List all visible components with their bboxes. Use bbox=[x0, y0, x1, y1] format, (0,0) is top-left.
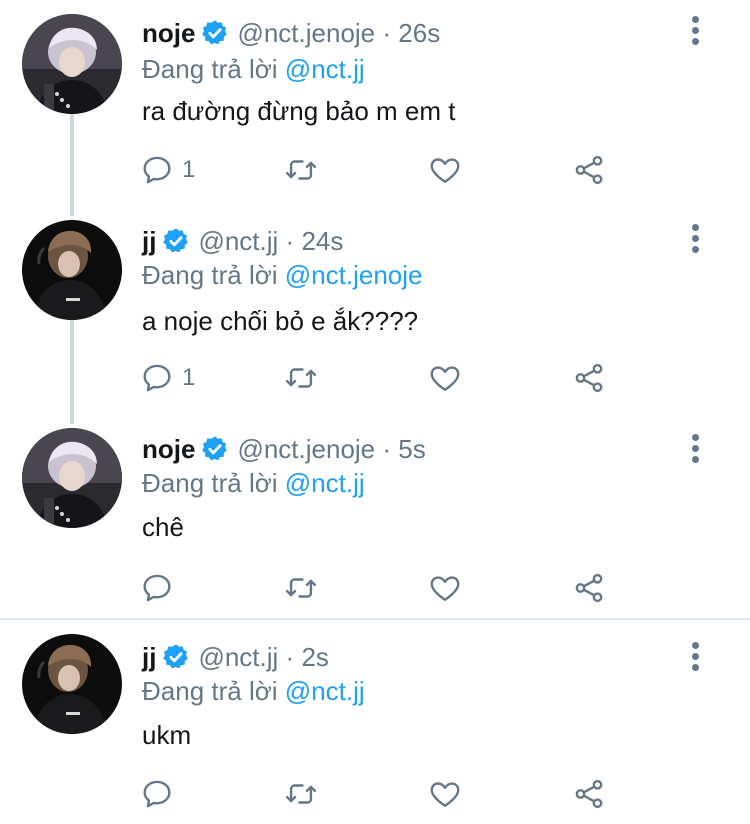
like-button[interactable] bbox=[428, 148, 462, 192]
retweet-icon bbox=[284, 361, 318, 395]
avatar[interactable] bbox=[22, 634, 122, 734]
like-button[interactable] bbox=[428, 772, 462, 816]
action-bar: 1 bbox=[0, 356, 750, 400]
reply-prefix: Đang trả lời bbox=[142, 468, 278, 498]
action-bar bbox=[0, 772, 750, 816]
user-handle[interactable]: @nct.jenoje bbox=[237, 434, 375, 464]
comment-icon bbox=[140, 361, 174, 395]
reply-button[interactable] bbox=[140, 772, 182, 816]
reply-prefix: Đang trả lời bbox=[142, 260, 278, 290]
reply-mention[interactable]: @nct.jenoje bbox=[285, 260, 423, 290]
separator: · bbox=[382, 18, 392, 48]
tweet[interactable]: noje @nct.jenoje · 26s Đang trả lời @nct.… bbox=[0, 0, 750, 208]
timestamp[interactable]: 2s bbox=[301, 642, 328, 672]
reply-mention[interactable]: @nct.jj bbox=[285, 468, 365, 498]
action-bar bbox=[0, 566, 750, 610]
retweet-icon bbox=[284, 571, 318, 605]
verified-badge-icon bbox=[201, 19, 229, 47]
tweet-text: a noje chối bỏ e ắk???? bbox=[142, 306, 419, 336]
reply-mention[interactable]: @nct.jj bbox=[285, 676, 365, 706]
thread-line bbox=[70, 204, 74, 216]
avatar[interactable] bbox=[22, 14, 122, 114]
retweet-icon bbox=[284, 777, 318, 811]
share-icon bbox=[572, 361, 606, 395]
avatar[interactable] bbox=[22, 428, 122, 528]
separator: · bbox=[382, 434, 392, 464]
retweet-button[interactable] bbox=[284, 148, 318, 192]
heart-icon bbox=[428, 361, 462, 395]
comment-icon bbox=[140, 777, 174, 811]
heart-icon bbox=[428, 153, 462, 187]
retweet-icon bbox=[284, 153, 318, 187]
timestamp[interactable]: 5s bbox=[398, 434, 425, 464]
share-icon bbox=[572, 571, 606, 605]
more-vertical-icon[interactable] bbox=[684, 432, 708, 472]
reply-button[interactable]: 1 bbox=[140, 148, 195, 192]
share-button[interactable] bbox=[572, 356, 606, 400]
retweet-button[interactable] bbox=[284, 566, 318, 610]
more-vertical-icon[interactable] bbox=[684, 14, 708, 54]
share-button[interactable] bbox=[572, 772, 606, 816]
display-name[interactable]: noje bbox=[142, 434, 195, 464]
verified-badge-icon bbox=[201, 435, 229, 463]
timestamp[interactable]: 24s bbox=[301, 226, 343, 256]
tweet[interactable]: jj @nct.jj · 24s Đang trả lời @nct.jenoje… bbox=[0, 204, 750, 416]
heart-icon bbox=[428, 571, 462, 605]
display-name[interactable]: jj bbox=[142, 226, 156, 256]
reply-prefix: Đang trả lời bbox=[142, 54, 278, 84]
tweet-header: jj @nct.jj · 2s bbox=[142, 640, 329, 674]
tweet-text: chê bbox=[142, 512, 184, 542]
user-handle[interactable]: @nct.jenoje bbox=[237, 18, 375, 48]
reply-count: 1 bbox=[182, 156, 196, 183]
verified-badge-icon bbox=[162, 227, 190, 255]
heart-icon bbox=[428, 777, 462, 811]
tweet-header: jj @nct.jj · 24s bbox=[142, 224, 343, 258]
tweet[interactable]: noje @nct.jenoje · 5s Đang trả lời @nct.j… bbox=[0, 412, 750, 618]
user-handle[interactable]: @nct.jj bbox=[198, 642, 278, 672]
like-button[interactable] bbox=[428, 566, 462, 610]
reply-context: Đang trả lời @nct.jj bbox=[142, 674, 365, 708]
thread-line bbox=[70, 412, 74, 424]
retweet-button[interactable] bbox=[284, 772, 318, 816]
comment-icon bbox=[140, 153, 174, 187]
separator: · bbox=[285, 226, 295, 256]
user-handle[interactable]: @nct.jj bbox=[198, 226, 278, 256]
reply-prefix: Đang trả lời bbox=[142, 676, 278, 706]
reply-button[interactable] bbox=[140, 566, 182, 610]
verified-badge-icon bbox=[162, 643, 190, 671]
tweet-text: ukm bbox=[142, 720, 192, 750]
share-button[interactable] bbox=[572, 566, 606, 610]
avatar[interactable] bbox=[22, 220, 122, 320]
reply-context: Đang trả lời @nct.jj bbox=[142, 466, 365, 500]
action-bar: 1 bbox=[0, 148, 750, 192]
like-button[interactable] bbox=[428, 356, 462, 400]
comment-icon bbox=[140, 571, 174, 605]
display-name[interactable]: jj bbox=[142, 642, 156, 672]
separator: · bbox=[285, 642, 295, 672]
tweet-header: noje @nct.jenoje · 5s bbox=[142, 432, 426, 466]
tweet-text: ra đường đừng bảo m em t bbox=[142, 96, 456, 126]
reply-button[interactable]: 1 bbox=[140, 356, 195, 400]
timestamp[interactable]: 26s bbox=[398, 18, 440, 48]
tweet-header: noje @nct.jenoje · 26s bbox=[142, 16, 440, 50]
retweet-button[interactable] bbox=[284, 356, 318, 400]
share-icon bbox=[572, 153, 606, 187]
reply-context: Đang trả lời @nct.jj bbox=[142, 52, 365, 86]
more-vertical-icon[interactable] bbox=[684, 222, 708, 262]
reply-context: Đang trả lời @nct.jenoje bbox=[142, 258, 423, 292]
display-name[interactable]: noje bbox=[142, 18, 195, 48]
share-icon bbox=[572, 777, 606, 811]
reply-mention[interactable]: @nct.jj bbox=[285, 54, 365, 84]
tweet[interactable]: jj @nct.jj · 2s Đang trả lời @nct.jj ukm bbox=[0, 620, 750, 824]
share-button[interactable] bbox=[572, 148, 606, 192]
reply-count: 1 bbox=[182, 364, 196, 391]
more-vertical-icon[interactable] bbox=[684, 640, 708, 680]
